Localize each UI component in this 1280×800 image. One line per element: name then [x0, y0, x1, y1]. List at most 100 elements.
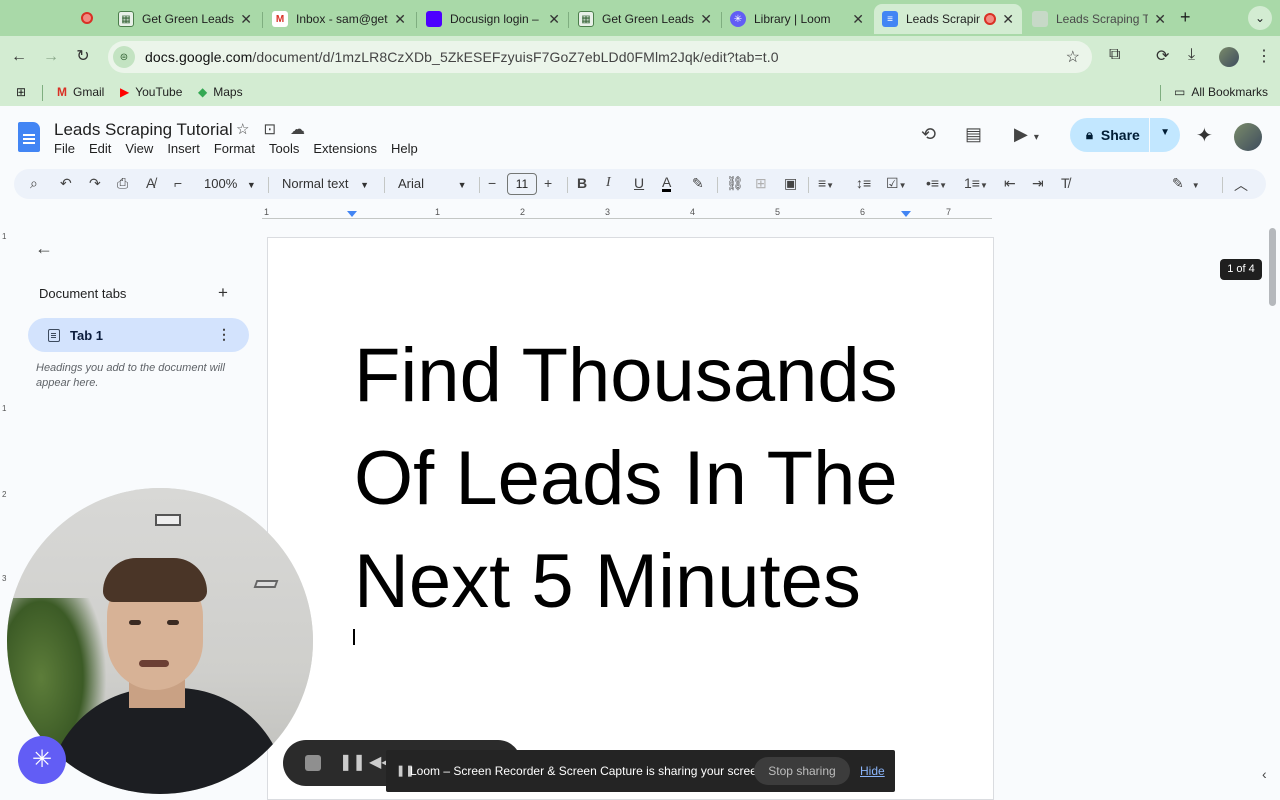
undo-icon[interactable]: ↶	[60, 175, 72, 192]
version-history-icon[interactable]: ⟲	[921, 124, 936, 145]
bookmark-youtube[interactable]: ▶ YouTube	[120, 85, 182, 99]
increase-indent-icon[interactable]: ⇥	[1032, 175, 1044, 192]
add-comment-icon[interactable]: ⊞	[755, 175, 767, 192]
browser-tab[interactable]: ✳ Library | Loom ✕	[722, 4, 872, 34]
hide-menus-icon[interactable]: ︿	[1234, 175, 1248, 195]
browser-tab[interactable]: Leads Scraping T ✕	[1024, 4, 1174, 34]
close-tab-icon[interactable]: ✕	[1002, 11, 1014, 28]
increase-font-size-icon[interactable]: +	[544, 175, 552, 191]
text-color-icon[interactable]: A	[662, 175, 672, 192]
numbered-list-icon[interactable]: 1≡▼	[964, 175, 988, 191]
menu-extensions[interactable]: Extensions	[313, 141, 384, 156]
extensions-icon[interactable]: ⧉	[1109, 46, 1120, 64]
decrease-indent-icon[interactable]: ⇤	[1004, 175, 1016, 192]
browser-tab[interactable]: Docusign login – ✕	[418, 4, 568, 34]
document-page[interactable]: Find Thousands Of Leads In The Next 5 Mi…	[267, 237, 994, 800]
font-select[interactable]: Arial ▼	[398, 176, 467, 191]
all-bookmarks[interactable]: ▭ All Bookmarks	[1174, 85, 1268, 99]
browser-tab[interactable]: M Inbox - sam@getg ✕	[264, 4, 414, 34]
menu-tools[interactable]: Tools	[269, 141, 306, 156]
sync-icon[interactable]: ⟳	[1156, 46, 1169, 66]
redo-icon[interactable]: ↷	[89, 175, 101, 192]
checklist-icon[interactable]: ☑▼	[886, 175, 906, 192]
close-tab-icon[interactable]: ✕	[852, 11, 864, 28]
gemini-icon[interactable]: ✦	[1196, 123, 1213, 148]
document-title[interactable]: Leads Scraping Tutorial	[54, 120, 233, 140]
tab-options-icon[interactable]: ⋮	[217, 326, 231, 343]
browser-tab[interactable]: ▦ Get Green Leads ✕	[110, 4, 260, 34]
move-folder-icon[interactable]: ⊡	[263, 120, 276, 138]
bookmark-label: Maps	[213, 85, 243, 99]
close-tab-icon[interactable]: ✕	[240, 11, 252, 28]
tab-search-icon[interactable]: ⌄	[1248, 6, 1272, 30]
bold-icon[interactable]: B	[577, 175, 587, 191]
bookmark-maps[interactable]: ◆ Maps	[198, 85, 243, 99]
browser-menu-icon[interactable]: ⋮	[1256, 46, 1272, 66]
meet-icon[interactable]: ▶ ▾	[1014, 124, 1039, 145]
share-button[interactable]: 🔒︎ Share ▼	[1070, 118, 1180, 152]
ruler-number: 3	[605, 207, 611, 217]
browser-tab-active[interactable]: ≡ Leads Scrapin ✕	[874, 4, 1022, 34]
stop-recording-icon[interactable]	[305, 755, 321, 771]
close-tab-icon[interactable]: ✕	[548, 11, 560, 28]
download-icon[interactable]: ⤓	[1188, 46, 1195, 64]
search-menus-icon[interactable]: ⌕	[30, 175, 38, 192]
highlight-icon[interactable]: ✎	[692, 175, 704, 192]
new-tab-icon[interactable]: +	[1180, 7, 1191, 28]
site-info-icon[interactable]: ⊜	[113, 46, 135, 68]
back-icon[interactable]: ←	[7, 45, 31, 69]
paint-format-icon[interactable]: ⌐	[174, 175, 182, 191]
spellcheck-icon[interactable]: A̸	[146, 175, 155, 191]
outline-hint: Headings you add to the document will ap…	[36, 362, 225, 389]
font-size-input[interactable]: 11	[507, 173, 537, 195]
style-select[interactable]: Normal text ▼	[282, 176, 369, 191]
menu-help[interactable]: Help	[391, 141, 425, 156]
google-docs-logo-icon[interactable]	[18, 122, 40, 152]
document-tab-1[interactable]: Tab 1 ⋮	[28, 318, 249, 352]
profile-avatar[interactable]	[1219, 47, 1239, 67]
chevron-left-icon[interactable]: ‹	[1262, 766, 1267, 782]
editing-mode-icon[interactable]: ✎ ▼	[1172, 175, 1200, 192]
link-icon[interactable]: ⛓︎	[726, 175, 744, 192]
stop-sharing-button[interactable]: Stop sharing	[754, 757, 850, 785]
forward-icon[interactable]: →	[39, 45, 63, 69]
add-tab-icon[interactable]: +	[218, 283, 228, 303]
comments-icon[interactable]: ▤	[965, 124, 982, 145]
star-icon[interactable]: ☆	[236, 120, 249, 138]
close-tab-icon[interactable]: ✕	[700, 11, 712, 28]
document-headline[interactable]: Find Thousands Of Leads In The Next 5 Mi…	[354, 324, 954, 633]
cloud-status-icon[interactable]: ☁	[290, 120, 305, 138]
bookmark-gmail[interactable]: M Gmail	[57, 85, 104, 99]
print-icon[interactable]: ⎙	[117, 175, 128, 192]
share-dropdown-icon[interactable]: ▼	[1160, 127, 1170, 138]
italic-icon[interactable]: I	[606, 175, 611, 191]
bookmark-star-icon[interactable]: ☆	[1066, 47, 1080, 67]
insert-image-icon[interactable]: ▣	[784, 175, 797, 192]
close-tab-icon[interactable]: ✕	[1154, 11, 1166, 28]
zoom-select[interactable]: 100% ▼	[204, 176, 256, 191]
apps-icon[interactable]: ⊞	[16, 85, 32, 99]
decrease-font-size-icon[interactable]: −	[488, 175, 496, 191]
browser-tab[interactable]: ▦ Get Green Leads ✕	[570, 4, 720, 34]
pause-icon[interactable]: ❚❚	[339, 752, 366, 772]
clear-formatting-icon[interactable]: T̸	[1061, 175, 1070, 191]
address-bar[interactable]: ⊜ docs.google.com/document/d/1mzLR8CzXDb…	[108, 41, 1092, 73]
close-outline-icon[interactable]: ←	[35, 238, 53, 259]
right-indent-marker[interactable]	[901, 211, 911, 217]
close-tab-icon[interactable]: ✕	[394, 11, 406, 28]
menu-view[interactable]: View	[125, 141, 160, 156]
menu-file[interactable]: File	[54, 141, 82, 156]
scrollbar-thumb[interactable]	[1269, 228, 1276, 306]
bulleted-list-icon[interactable]: •≡▼	[926, 175, 947, 191]
loom-launcher-icon[interactable]: ✳	[18, 736, 66, 784]
hide-link[interactable]: Hide	[860, 764, 885, 778]
left-indent-marker[interactable]	[347, 211, 357, 217]
account-avatar[interactable]	[1234, 123, 1262, 151]
align-left-icon[interactable]: ≡▼	[818, 175, 834, 191]
menu-format[interactable]: Format	[214, 141, 262, 156]
menu-insert[interactable]: Insert	[167, 141, 207, 156]
reload-icon[interactable]: ↻	[71, 45, 95, 69]
line-spacing-icon[interactable]: ↕≡	[856, 175, 871, 191]
underline-icon[interactable]: U	[634, 175, 644, 191]
menu-edit[interactable]: Edit	[89, 141, 118, 156]
